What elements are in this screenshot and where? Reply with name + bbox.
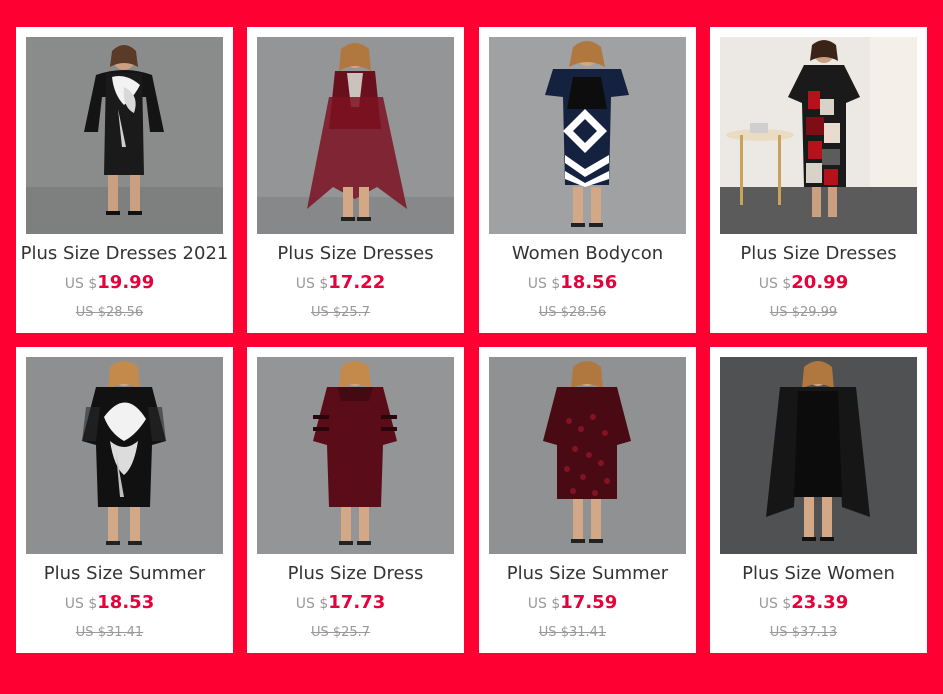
original-price: US $31.41	[538, 625, 607, 640]
currency-label: US $	[64, 276, 98, 292]
product-image[interactable]	[26, 357, 223, 554]
product-title[interactable]: Plus Size Women	[710, 561, 927, 587]
product-card[interactable]: Plus Size Dresses US $17.22 US $25.7	[247, 27, 464, 333]
product-card[interactable]: Plus Size Summer US $18.53 US $31.41	[16, 347, 233, 653]
product-title[interactable]: Plus Size Dress	[247, 561, 464, 587]
current-price: 20.99	[791, 272, 849, 293]
price-row: US $20.99	[710, 270, 927, 297]
currency-label: US $	[758, 276, 792, 292]
price-row: US $23.39	[710, 590, 927, 617]
original-price: US $28.56	[75, 305, 144, 320]
currency-label: US $	[527, 276, 561, 292]
price-row: US $18.53	[16, 590, 233, 617]
product-image[interactable]	[489, 357, 686, 554]
price-row: US $19.99	[16, 270, 233, 297]
currency-label: US $	[64, 596, 98, 612]
current-price: 18.53	[97, 592, 155, 613]
currency-label: US $	[527, 596, 561, 612]
product-title[interactable]: Plus Size Dresses 2021	[16, 241, 233, 267]
currency-label: US $	[295, 596, 329, 612]
current-price: 23.39	[791, 592, 849, 613]
product-title[interactable]: Plus Size Dresses	[247, 241, 464, 267]
product-title[interactable]: Women Bodycon	[479, 241, 696, 267]
original-price: US $25.7	[310, 305, 371, 320]
product-card[interactable]: Plus Size Dresses 2021 US $19.99 US $28.…	[16, 27, 233, 333]
product-image[interactable]	[257, 357, 454, 554]
product-title[interactable]: Plus Size Summer	[16, 561, 233, 587]
product-card[interactable]: Plus Size Women US $23.39 US $37.13	[710, 347, 927, 653]
product-image[interactable]	[720, 37, 917, 234]
price-row: US $17.22	[247, 270, 464, 297]
current-price: 19.99	[97, 272, 155, 293]
original-price: US $31.41	[75, 625, 144, 640]
original-price: US $28.56	[538, 305, 607, 320]
product-card[interactable]: Plus Size Dresses US $20.99 US $29.99	[710, 27, 927, 333]
product-card[interactable]: Women Bodycon US $18.56 US $28.56	[479, 27, 696, 333]
product-image[interactable]	[720, 357, 917, 554]
product-image[interactable]	[489, 37, 686, 234]
current-price: 17.73	[328, 592, 386, 613]
original-price: US $29.99	[769, 305, 838, 320]
currency-label: US $	[295, 276, 329, 292]
product-image[interactable]	[257, 37, 454, 234]
original-price: US $25.7	[310, 625, 371, 640]
current-price: 17.22	[328, 272, 386, 293]
product-image[interactable]	[26, 37, 223, 234]
current-price: 17.59	[560, 592, 618, 613]
price-row: US $18.56	[479, 270, 696, 297]
product-card[interactable]: Plus Size Dress US $17.73 US $25.7	[247, 347, 464, 653]
price-row: US $17.73	[247, 590, 464, 617]
product-title[interactable]: Plus Size Summer	[479, 561, 696, 587]
current-price: 18.56	[560, 272, 618, 293]
currency-label: US $	[758, 596, 792, 612]
product-title[interactable]: Plus Size Dresses	[710, 241, 927, 267]
product-card[interactable]: Plus Size Summer US $17.59 US $31.41	[479, 347, 696, 653]
price-row: US $17.59	[479, 590, 696, 617]
original-price: US $37.13	[769, 625, 838, 640]
